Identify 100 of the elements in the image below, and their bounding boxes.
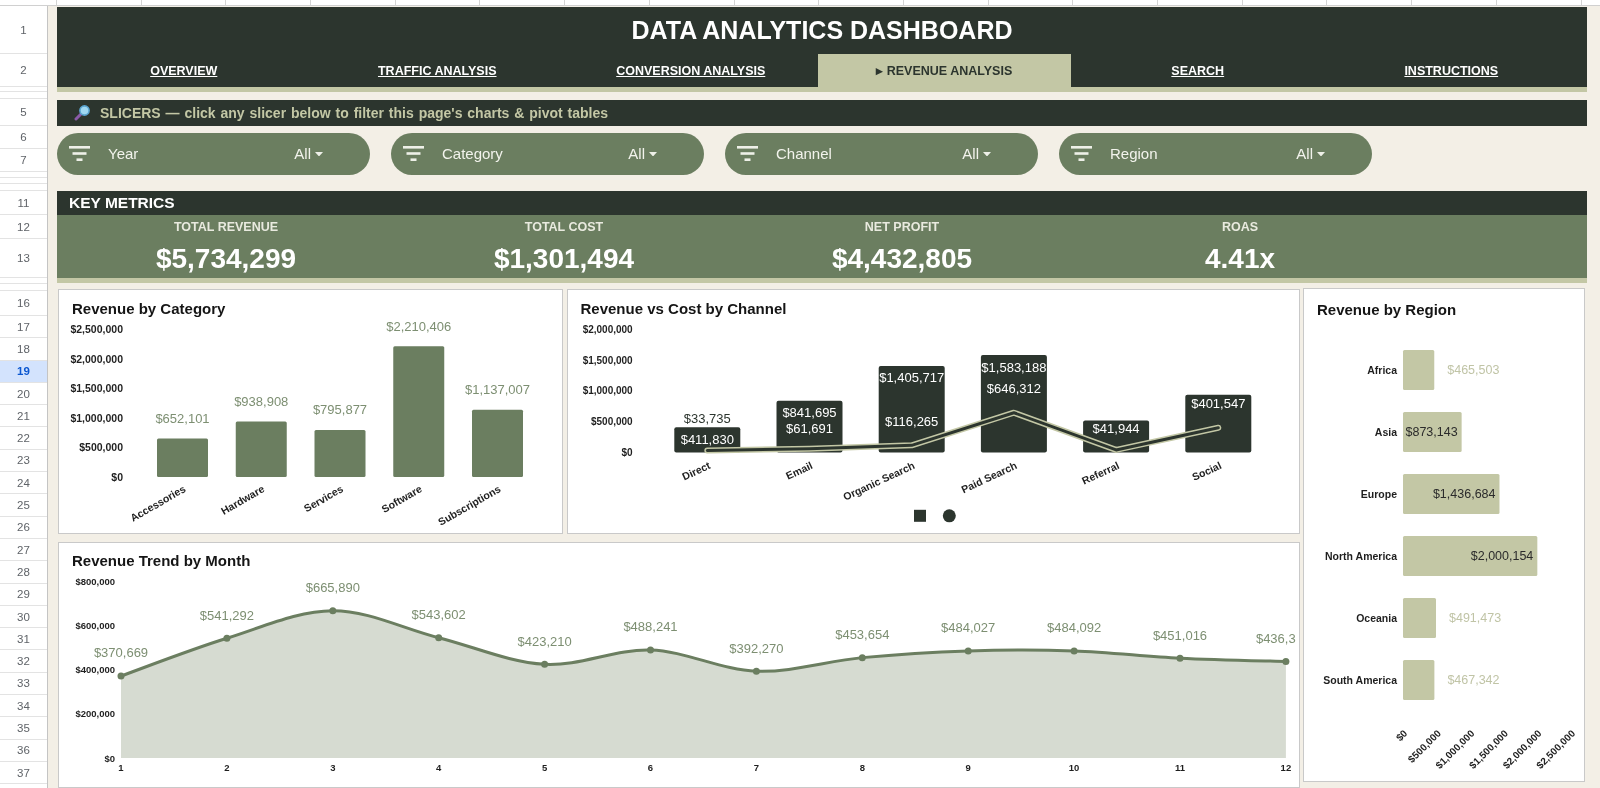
caret-icon [983, 151, 991, 156]
dashboard-title: DATA ANALYTICS DASHBOARD [631, 16, 1013, 45]
data-label: $1,436,684 [1432, 487, 1496, 501]
nav-tab[interactable]: TRAFFIC ANALYSIS [310, 54, 564, 87]
data-label: $436,3 [1255, 630, 1296, 646]
chart-title: Revenue by Region [1316, 300, 1458, 320]
caret-icon [315, 151, 323, 156]
data-label: $453,654 [835, 627, 890, 643]
y-axis-label: $2,000,000 [582, 323, 633, 335]
data-point [1070, 647, 1078, 655]
caret-icon [649, 151, 657, 156]
bar [1403, 660, 1435, 700]
data-label: $652,101 [155, 410, 210, 426]
section-heading: KEY METRICS [69, 194, 175, 212]
y-axis-label: $500,000 [79, 441, 123, 454]
y-axis-label: $500,000 [590, 416, 633, 428]
metric-label: NET PROFIT [864, 219, 940, 235]
data-point [1282, 657, 1290, 665]
data-label: $484,092 [1047, 620, 1102, 636]
y-axis-label: Europe [1360, 488, 1397, 500]
chart-title: Revenue vs Cost by Channel [579, 299, 788, 319]
nav-tab[interactable]: INSTRUCTIONS [1324, 54, 1578, 87]
nav-tab[interactable]: SEARCH [1071, 54, 1325, 87]
legend-circle-icon [942, 509, 956, 523]
data-point [964, 647, 972, 655]
data-label: $1,137,007 [464, 382, 531, 398]
data-label: $795,877 [312, 402, 368, 418]
y-axis-label: Africa [1367, 364, 1397, 376]
filter-icon [1071, 146, 1092, 162]
data-label: $646,312 [986, 381, 1041, 397]
x-axis-label: 6 [647, 761, 654, 773]
data-label: $1,583,188 [980, 359, 1046, 375]
metric-label: TOTAL REVENUE [173, 219, 279, 235]
data-label: $1,405,717 [878, 370, 944, 386]
x-axis-label: 4 [436, 761, 442, 773]
data-label: $33,735 [683, 410, 731, 426]
nav-tab[interactable]: OVERVIEW [57, 54, 311, 87]
data-point [223, 634, 231, 642]
y-axis-label: $2,000,000 [70, 352, 123, 365]
y-axis-label: $400,000 [75, 664, 115, 675]
y-axis-label: $0 [111, 471, 123, 483]
y-axis-label: Oceania [1356, 612, 1397, 624]
row-number[interactable]: 19 [0, 360, 47, 383]
data-label: $370,669 [93, 645, 149, 661]
data-label: $401,547 [1190, 396, 1245, 412]
slicer-instructions: SLICERS — click any slicer below to filter this page's charts & pivot tables [100, 104, 609, 121]
metric-label: TOTAL COST [524, 219, 604, 235]
data-point [752, 667, 760, 675]
x-axis-label: 7 [753, 761, 760, 773]
y-axis-label: $1,500,000 [582, 354, 633, 366]
metric-label: ROAS [1221, 219, 1259, 235]
chart-title: Revenue Trend by Month [71, 551, 252, 570]
data-label: $61,691 [785, 420, 833, 436]
legend-square-icon [913, 509, 926, 522]
data-label: $465,503 [1447, 363, 1500, 377]
y-axis-label: $600,000 [75, 619, 115, 631]
data-label: $116,265 [884, 413, 938, 429]
data-label: $411,830 [680, 431, 734, 447]
bar [472, 409, 523, 477]
x-axis-label: 11 [1175, 761, 1185, 773]
slicer-dropdown[interactable]: Category All [391, 133, 704, 175]
data-point [329, 607, 337, 615]
data-label: $873,143 [1405, 425, 1458, 439]
nav-tab[interactable]: ▸ REVENUE ANALYSIS [817, 54, 1071, 87]
bar [157, 438, 208, 477]
metric-value: 4.41x [1204, 243, 1276, 275]
bar [1403, 412, 1462, 452]
data-label: $665,890 [305, 580, 360, 596]
x-axis-label: 9 [965, 761, 971, 773]
y-axis-label: $1,000,000 [582, 385, 633, 397]
data-label: $491,473 [1449, 611, 1502, 625]
y-axis-label: $0 [621, 447, 633, 458]
chart-title: Revenue by Category [71, 299, 227, 319]
slicer-dropdown[interactable]: Year All [57, 133, 370, 175]
data-label: $423,210 [517, 633, 572, 649]
y-axis-label: $0 [104, 752, 115, 764]
data-label: $841,695 [781, 405, 837, 421]
data-point [1176, 654, 1184, 662]
slicer-dropdown[interactable]: Region All [1059, 133, 1372, 175]
nav-tab[interactable]: CONVERSION ANALYSIS [564, 54, 818, 87]
x-axis-label: 10 [1068, 761, 1080, 773]
data-label: $451,016 [1152, 627, 1208, 643]
filter-icon [737, 146, 758, 162]
bar [1403, 350, 1435, 390]
data-label: $541,292 [199, 607, 254, 623]
metric-value: $1,301,494 [493, 243, 635, 275]
filter-icon [403, 146, 424, 162]
data-label: $938,908 [234, 393, 289, 409]
bar [1403, 598, 1436, 638]
magnifier-icon [74, 104, 90, 121]
bar [235, 421, 287, 477]
slicer-dropdown[interactable]: Channel All [725, 133, 1038, 175]
data-label: $543,602 [411, 607, 466, 623]
x-axis-label: 2 [224, 761, 230, 773]
data-point [858, 654, 866, 662]
y-axis-label: $1,500,000 [70, 382, 123, 395]
y-axis-label: $200,000 [75, 708, 115, 720]
data-label: $484,027 [941, 620, 996, 636]
y-axis-label: North America [1325, 550, 1397, 562]
filter-icon [69, 146, 90, 162]
